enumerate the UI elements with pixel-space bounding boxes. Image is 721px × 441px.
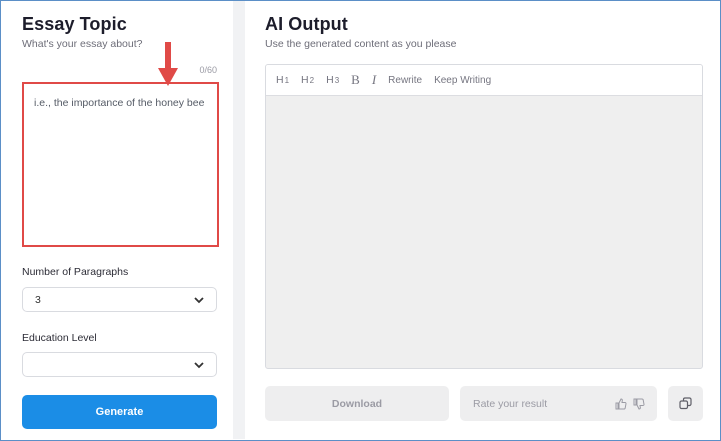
paragraphs-label: Number of Paragraphs xyxy=(22,266,129,278)
education-level-label: Education Level xyxy=(22,332,97,344)
heading2-button[interactable]: H2 xyxy=(301,74,314,86)
education-level-select[interactable] xyxy=(22,352,217,377)
paragraphs-select-value: 3 xyxy=(35,293,41,306)
essay-topic-input[interactable] xyxy=(22,82,219,247)
ai-output-title: AI Output xyxy=(265,14,348,34)
paragraphs-select[interactable]: 3 xyxy=(22,287,217,312)
annotation-arrow-icon xyxy=(158,42,178,86)
generate-button[interactable]: Generate xyxy=(22,395,217,429)
heading1-sub: 1 xyxy=(284,76,290,85)
keep-writing-button[interactable]: Keep Writing xyxy=(434,75,491,86)
heading1-label: H xyxy=(276,74,284,86)
heading3-button[interactable]: H3 xyxy=(326,74,339,86)
bold-button[interactable]: B xyxy=(351,72,360,88)
heading1-button[interactable]: H1 xyxy=(276,74,289,86)
heading3-sub: 3 xyxy=(334,76,340,85)
essay-topic-subtitle: What's your essay about? xyxy=(22,38,143,50)
chevron-down-icon xyxy=(194,296,204,303)
editor-toolbar: H1 H2 H3 B I Rewrite Keep Writing xyxy=(266,65,702,96)
chevron-down-icon xyxy=(194,361,204,368)
heading2-sub: 2 xyxy=(309,76,315,85)
italic-button[interactable]: I xyxy=(372,72,376,88)
heading3-label: H xyxy=(326,74,334,86)
rate-result-label: Rate your result xyxy=(473,397,548,410)
thumbs-up-icon[interactable] xyxy=(615,397,627,410)
rate-result-bar: Rate your result xyxy=(460,386,657,421)
download-label: Download xyxy=(331,397,383,410)
copy-button[interactable] xyxy=(668,386,703,421)
download-button[interactable]: Download xyxy=(265,386,449,421)
output-editor[interactable]: H1 H2 H3 B I Rewrite Keep Writing xyxy=(265,64,703,369)
panel-divider xyxy=(233,1,245,439)
heading2-label: H xyxy=(301,74,309,86)
rewrite-button[interactable]: Rewrite xyxy=(388,75,422,86)
thumbs-down-icon[interactable] xyxy=(633,398,645,410)
character-counter: 0/60 xyxy=(199,65,217,75)
ai-output-subtitle: Use the generated content as you please xyxy=(265,38,457,50)
copy-icon xyxy=(679,397,692,410)
essay-topic-title: Essay Topic xyxy=(22,14,127,34)
rating-buttons xyxy=(615,397,645,410)
